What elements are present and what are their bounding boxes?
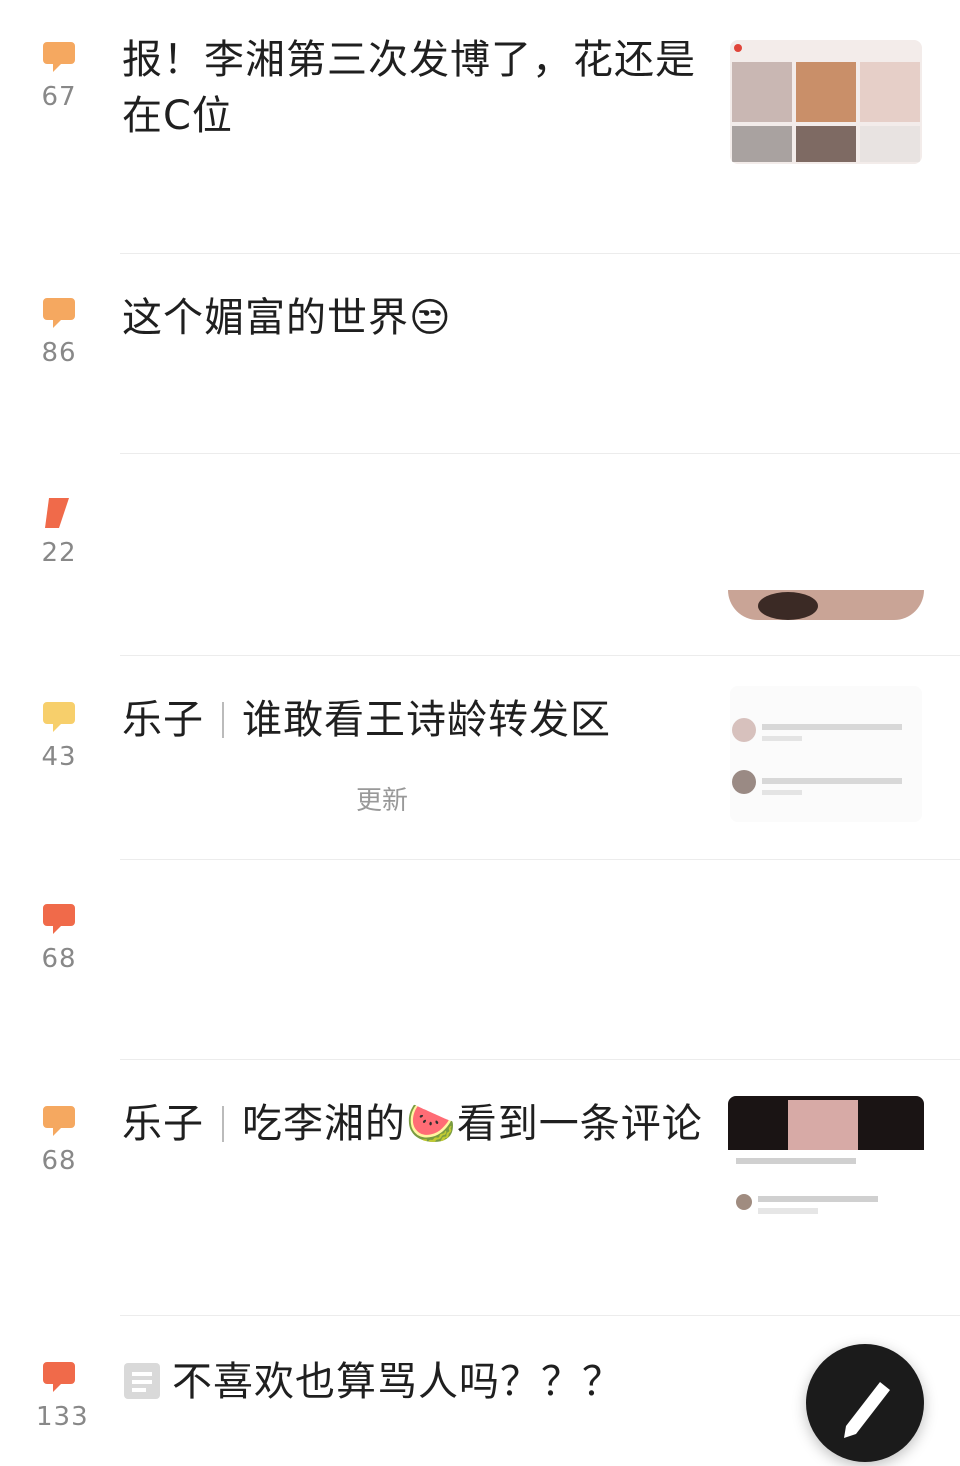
reply-count: 43 [41,742,77,772]
pencil-icon [844,1382,890,1438]
comment-bubble-icon [43,298,75,328]
reply-count: 133 [36,1402,89,1432]
post-tag[interactable]: 乐子 [122,697,204,743]
post-title-text: 谁敢看王诗龄转发区 [242,697,611,743]
post-title[interactable]: 乐子 吃李湘的🍉看到一条评论 [122,1096,712,1152]
post-title[interactable]: 报！李湘第三次发博了，花还是在C位 [122,32,712,144]
reply-count: 68 [41,944,77,974]
post-thumbnail[interactable] [730,40,922,164]
reply-count-badge: 86 [36,296,82,368]
post-thumbnail[interactable] [728,1096,924,1228]
comment-bubble-icon [43,904,75,934]
post-item[interactable]: 68 乐子 吃李湘的🍉看到一条评论 [0,1060,960,1316]
post-tag[interactable]: 乐子 [122,1101,204,1147]
post-item[interactable]: 68 [0,860,960,1060]
comment-bubble-icon [43,1362,75,1392]
comment-bubble-icon [43,702,75,732]
post-title[interactable]: 不喜欢也算骂人吗？？？ [122,1354,712,1416]
post-meta: 更新 [356,786,409,816]
reply-count-badge: 68 [36,1104,82,1176]
comment-bubble-icon [43,1106,75,1136]
reply-count: 22 [41,538,77,568]
reply-count-badge: 22 [36,496,82,568]
post-item[interactable]: 22 [0,454,960,656]
post-item[interactable]: 67 报！李湘第三次发博了，花还是在C位 [0,0,960,254]
post-thumbnail[interactable] [730,686,922,822]
reply-count-badge: 67 [36,40,82,112]
reply-count-badge: 43 [36,700,82,772]
tag-separator [222,702,224,738]
post-thumbnail[interactable] [728,590,924,620]
comment-bubble-icon [45,498,69,528]
post-title-text: 吃李湘的🍉看到一条评论 [242,1101,703,1147]
compose-button[interactable] [806,1344,924,1462]
post-title-text: 不喜欢也算骂人吗？？？ [172,1359,623,1405]
reply-count-badge: 68 [36,902,82,974]
reply-count: 68 [41,1146,77,1176]
post-item[interactable]: 86 这个媚富的世界😒 [0,254,960,454]
reply-count: 86 [41,338,77,368]
post-item[interactable]: 43 乐子 谁敢看王诗龄转发区 更新 [0,656,960,860]
reply-count: 67 [41,82,77,112]
reply-count-badge: 133 [36,1360,89,1432]
tag-separator [222,1106,224,1142]
document-icon [122,1360,162,1416]
post-title[interactable]: 乐子 谁敢看王诗龄转发区 [122,692,712,748]
post-title[interactable]: 这个媚富的世界😒 [122,290,712,346]
comment-bubble-icon [43,42,75,72]
